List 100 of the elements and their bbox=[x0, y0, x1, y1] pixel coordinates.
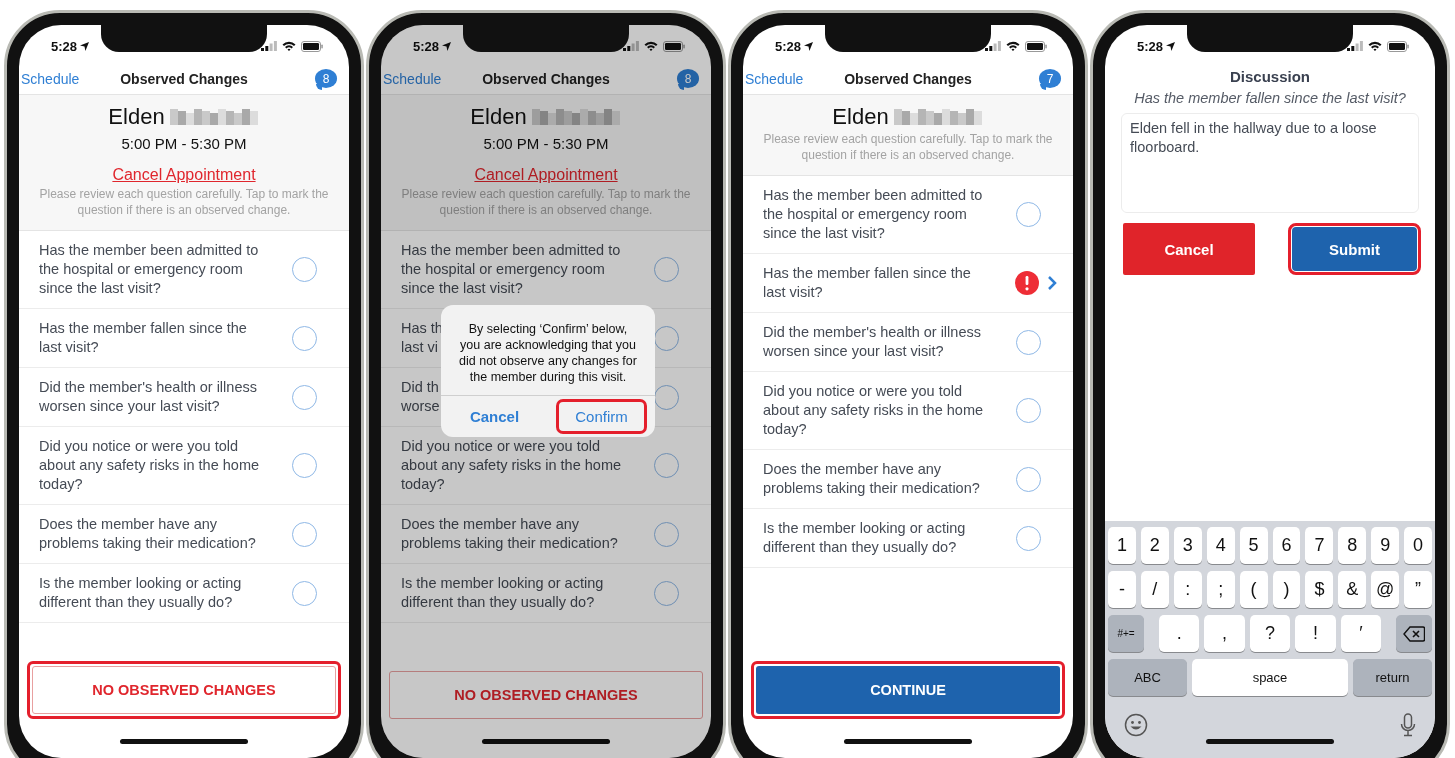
keyboard-key[interactable]: ′ bbox=[1340, 615, 1382, 652]
location-arrow-icon bbox=[80, 41, 90, 51]
message-badge[interactable]: 7 bbox=[1039, 69, 1061, 88]
microphone-icon[interactable] bbox=[1400, 713, 1416, 737]
wifi-icon bbox=[644, 41, 658, 51]
keyboard-key[interactable]: $ bbox=[1305, 571, 1334, 608]
dialog-button[interactable]: Cancel bbox=[453, 402, 536, 431]
back-link[interactable]: Schedule bbox=[383, 70, 442, 87]
question-text[interactable]: Has the member been admitted to the hospital or emergency room since the last visit? bbox=[401, 241, 621, 298]
appointment-time: 5:00 PM - 5:30 PM bbox=[121, 134, 247, 154]
keyboard-key[interactable]: return bbox=[1353, 659, 1432, 696]
battery-icon bbox=[301, 40, 323, 52]
discussion-question: Has the member fallen since the last visit? bbox=[1134, 89, 1406, 108]
back-link[interactable]: Schedule bbox=[21, 70, 80, 87]
dialog-button[interactable]: Confirm bbox=[559, 402, 644, 431]
wifi-icon bbox=[1368, 41, 1382, 51]
discussion-button[interactable]: Submit bbox=[1292, 227, 1417, 271]
question-text[interactable]: Is the member looking or acting different than they usually do? bbox=[401, 574, 604, 612]
question-text[interactable]: Did th worse bbox=[401, 378, 440, 416]
question-text[interactable]: Does the member have any problems taking their medication? bbox=[763, 460, 980, 498]
question-text[interactable]: Is the member looking or acting different than they usually do? bbox=[39, 574, 242, 612]
keyboard-key[interactable]: 1 bbox=[1108, 527, 1136, 564]
backspace-icon bbox=[1403, 625, 1426, 642]
member-name: Elden bbox=[108, 103, 165, 131]
question-text[interactable]: Is the member looking or acting different than they usually do? bbox=[763, 519, 966, 557]
cancel-appointment-link[interactable]: Cancel Appointment bbox=[112, 164, 256, 186]
keyboard-key[interactable]: , bbox=[1204, 615, 1245, 652]
keyboard-key[interactable]: 2 bbox=[1140, 527, 1169, 564]
status-time: 5:28 bbox=[51, 38, 90, 54]
keyboard-key[interactable]: 6 bbox=[1272, 527, 1301, 564]
location-arrow-icon bbox=[804, 41, 814, 51]
action-button[interactable]: NO OBSERVED CHANGES bbox=[389, 671, 703, 719]
question-text[interactable]: Does the member have any problems taking their medication? bbox=[39, 515, 256, 553]
location-arrow-icon bbox=[442, 41, 452, 51]
keyboard-key[interactable]: & bbox=[1338, 571, 1367, 608]
location-arrow-icon bbox=[1166, 41, 1176, 51]
question-text[interactable]: Has the member fallen since the last visit? bbox=[763, 264, 971, 302]
question-text[interactable]: Does the member have any problems taking their medication? bbox=[401, 515, 618, 553]
answer-field[interactable]: Elden fell in the hallway due to a loose floorboard. bbox=[1121, 113, 1419, 213]
keyboard-key[interactable]: @ bbox=[1371, 571, 1400, 608]
message-badge[interactable]: 8 bbox=[677, 69, 699, 88]
instructions-text: Please review each question carefully. Tap to mark the question if there is an observed change. bbox=[400, 186, 692, 218]
keyboard-key[interactable]: ; bbox=[1206, 571, 1235, 608]
instructions-text: Please review each question carefully. Tap to mark the question if there is an observed change. bbox=[38, 186, 330, 218]
keyboard-key[interactable]: ) bbox=[1272, 571, 1301, 608]
dialog-message: By selecting ‘Confirm’ below, you are acknowledging that you did not observe any changes for the member during this visit. bbox=[458, 321, 638, 386]
wifi-icon bbox=[1006, 41, 1020, 51]
emoji-icon[interactable] bbox=[1124, 713, 1148, 737]
nav-title: Observed Changes bbox=[844, 70, 972, 87]
back-link[interactable]: Schedule bbox=[745, 70, 804, 87]
wifi-icon bbox=[282, 41, 296, 51]
question-text[interactable]: Did you notice or were you told about any safety risks in the home today? bbox=[401, 437, 622, 494]
keyboard-key[interactable]: ABC bbox=[1108, 659, 1187, 696]
status-time: 5:28 bbox=[1137, 38, 1176, 54]
question-text[interactable]: Has the member been admitted to the hospital or emergency room since the last visit? bbox=[763, 186, 983, 243]
keyboard-key[interactable]: 8 bbox=[1338, 527, 1367, 564]
question-text[interactable]: Has the member fallen since the last visit? bbox=[39, 319, 247, 357]
signal-icon bbox=[623, 41, 639, 51]
action-button[interactable]: CONTINUE bbox=[756, 666, 1060, 714]
status-time: 5:28 bbox=[775, 38, 814, 54]
keyboard-key[interactable]: . bbox=[1159, 615, 1200, 652]
keyboard-key[interactable]: ” bbox=[1404, 571, 1433, 608]
keyboard-key[interactable]: ! bbox=[1295, 615, 1336, 652]
keyboard-key[interactable]: space bbox=[1192, 659, 1348, 696]
keyboard-key[interactable]: / bbox=[1140, 571, 1169, 608]
keyboard-key[interactable]: 7 bbox=[1305, 527, 1334, 564]
keyboard-key[interactable]: : bbox=[1173, 571, 1202, 608]
question-text[interactable]: Did you notice or were you told about any safety risks in the home today? bbox=[763, 382, 984, 439]
battery-icon bbox=[1387, 40, 1409, 52]
signal-icon bbox=[1347, 41, 1363, 51]
keyboard-key[interactable]: 3 bbox=[1173, 527, 1202, 564]
discussion-button[interactable]: Cancel bbox=[1123, 223, 1255, 275]
status-time: 5:28 bbox=[413, 38, 452, 54]
signal-icon bbox=[985, 41, 1001, 51]
question-text[interactable]: Has the member been admitted to the hospital or emergency room since the last visit? bbox=[39, 241, 259, 298]
battery-icon bbox=[1025, 40, 1047, 52]
keyboard-key[interactable]: - bbox=[1108, 571, 1136, 608]
question-text[interactable]: Did you notice or were you told about any safety risks in the home today? bbox=[39, 437, 260, 494]
appointment-time: 5:00 PM - 5:30 PM bbox=[483, 134, 609, 154]
keyboard-key[interactable]: 4 bbox=[1206, 527, 1235, 564]
cancel-appointment-link[interactable]: Cancel Appointment bbox=[474, 164, 618, 186]
discussion-title: Discussion bbox=[1230, 67, 1310, 87]
keyboard-key[interactable]: 9 bbox=[1371, 527, 1400, 564]
chevron-right-icon[interactable] bbox=[1047, 275, 1057, 291]
keyboard-key[interactable]: ? bbox=[1249, 615, 1291, 652]
action-button[interactable]: NO OBSERVED CHANGES bbox=[32, 666, 336, 714]
nav-title: Observed Changes bbox=[120, 70, 248, 87]
member-name: Elden bbox=[470, 103, 527, 131]
keyboard-key[interactable] bbox=[1396, 615, 1433, 652]
battery-icon bbox=[663, 40, 685, 52]
member-name: Elden bbox=[832, 103, 889, 131]
keyboard-key[interactable]: #+= bbox=[1108, 615, 1144, 652]
keyboard-key[interactable]: 0 bbox=[1404, 527, 1433, 564]
question-text[interactable]: Did the member's health or illness worsen since your last visit? bbox=[39, 378, 257, 416]
keyboard-key[interactable]: ( bbox=[1239, 571, 1268, 608]
question-text[interactable]: Did the member's health or illness worsen since your last visit? bbox=[763, 323, 981, 361]
nav-title: Observed Changes bbox=[482, 70, 610, 87]
message-badge[interactable]: 8 bbox=[315, 69, 337, 88]
signal-icon bbox=[261, 41, 277, 51]
keyboard-key[interactable]: 5 bbox=[1239, 527, 1268, 564]
